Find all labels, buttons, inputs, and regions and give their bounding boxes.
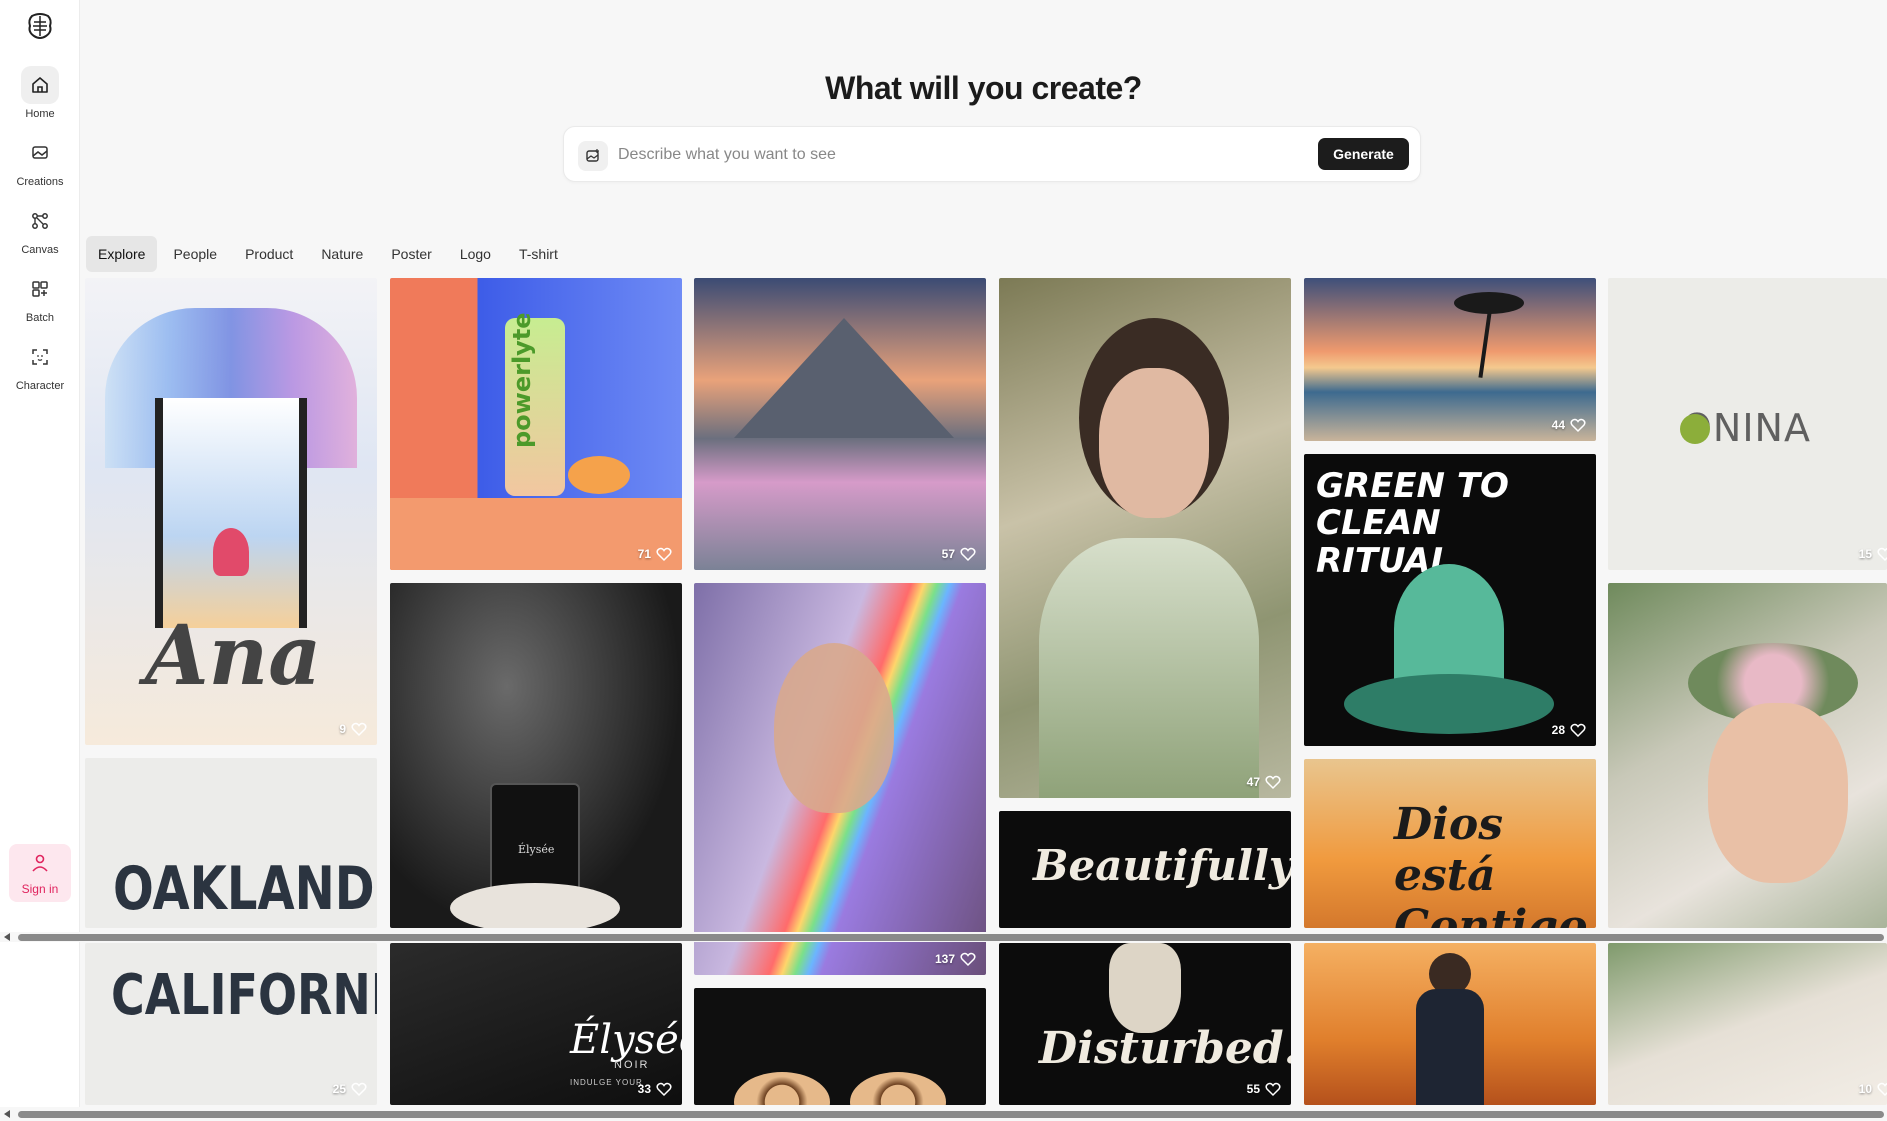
- scroll-left-icon[interactable]: [4, 933, 10, 941]
- tile-caption: OAKLAND: [113, 854, 375, 924]
- tile-tagline: INDULGE YOUR: [570, 1078, 643, 1087]
- like-count[interactable]: 57: [942, 546, 976, 562]
- heart-icon: [960, 547, 976, 562]
- scrollbar-thumb[interactable]: [18, 934, 1884, 941]
- gallery-tile[interactable]: 47: [999, 278, 1291, 798]
- tile-caption: Beautifully: [1033, 841, 1291, 890]
- gallery-tile[interactable]: 44: [1304, 278, 1596, 441]
- tile-caption: powerlyte: [508, 312, 536, 448]
- like-count[interactable]: 9: [339, 721, 367, 737]
- gallery-tile[interactable]: Beautifully: [999, 811, 1291, 928]
- gallery-tile[interactable]: OAKLAND: [85, 758, 377, 928]
- gallery-tile[interactable]: Élysée NOIR INDULGE YOUR 33: [390, 943, 682, 1105]
- heart-icon: [1877, 547, 1887, 562]
- gallery-tile[interactable]: 10: [1608, 943, 1887, 1105]
- heart-icon: [351, 722, 367, 737]
- like-count[interactable]: 10: [1859, 1081, 1887, 1097]
- like-count[interactable]: 25: [333, 1081, 367, 1097]
- gallery-tile[interactable]: [1608, 583, 1887, 928]
- gallery-tile[interactable]: ONINA 15: [1608, 278, 1887, 570]
- like-count[interactable]: 47: [1247, 774, 1281, 790]
- tile-caption: Dios está Contigo: [1394, 799, 1588, 928]
- heart-icon: [1877, 1082, 1887, 1097]
- horizontal-scrollbar[interactable]: [0, 932, 1887, 942]
- like-count[interactable]: 33: [638, 1081, 672, 1097]
- heart-icon: [1265, 1082, 1281, 1097]
- like-count[interactable]: 15: [1859, 546, 1887, 562]
- gallery-tile[interactable]: CALIFORNIA 25: [85, 943, 377, 1105]
- scroll-left-icon[interactable]: [4, 1110, 10, 1118]
- gallery-tile[interactable]: [694, 988, 986, 1105]
- heart-icon: [960, 952, 976, 967]
- gallery-tile[interactable]: powerlyte 71: [390, 278, 682, 570]
- heart-icon: [656, 547, 672, 562]
- gallery-tile[interactable]: GREEN TO CLEAN RITUAL 28: [1304, 454, 1596, 746]
- heart-icon: [1570, 418, 1586, 433]
- like-count[interactable]: 55: [1247, 1081, 1281, 1097]
- scrollbar-thumb[interactable]: [18, 1111, 1884, 1118]
- tile-caption: Élysée: [518, 843, 555, 856]
- tile-caption: Élysée: [570, 1017, 682, 1063]
- heart-icon: [656, 1082, 672, 1097]
- gallery-tile[interactable]: 57: [694, 278, 986, 570]
- heart-icon: [1570, 723, 1586, 738]
- heart-icon: [351, 1082, 367, 1097]
- like-count[interactable]: 71: [638, 546, 672, 562]
- gallery-grid: Ana 9 OAKLAND CALIFORNIA 25 powerlyte 71…: [0, 0, 1887, 1121]
- tile-subcaption: NOIR: [614, 1059, 650, 1071]
- gallery-tile[interactable]: Élysée: [390, 583, 682, 928]
- gallery-tile[interactable]: 137: [694, 583, 986, 975]
- horizontal-scrollbar[interactable]: [0, 1107, 1887, 1121]
- gallery-tile[interactable]: Ana 9: [85, 278, 377, 745]
- like-count[interactable]: 137: [935, 951, 976, 967]
- like-count[interactable]: 28: [1552, 722, 1586, 738]
- gallery-tile[interactable]: Disturbed. 55: [999, 943, 1291, 1105]
- like-count[interactable]: 44: [1552, 417, 1586, 433]
- gallery-tile[interactable]: Dios está Contigo: [1304, 759, 1596, 928]
- tile-caption: Ana: [145, 608, 322, 704]
- gallery-tile[interactable]: [1304, 943, 1596, 1105]
- tile-caption: CALIFORNIA: [111, 963, 377, 1028]
- heart-icon: [1265, 775, 1281, 790]
- tile-caption: Disturbed.: [1039, 1023, 1291, 1074]
